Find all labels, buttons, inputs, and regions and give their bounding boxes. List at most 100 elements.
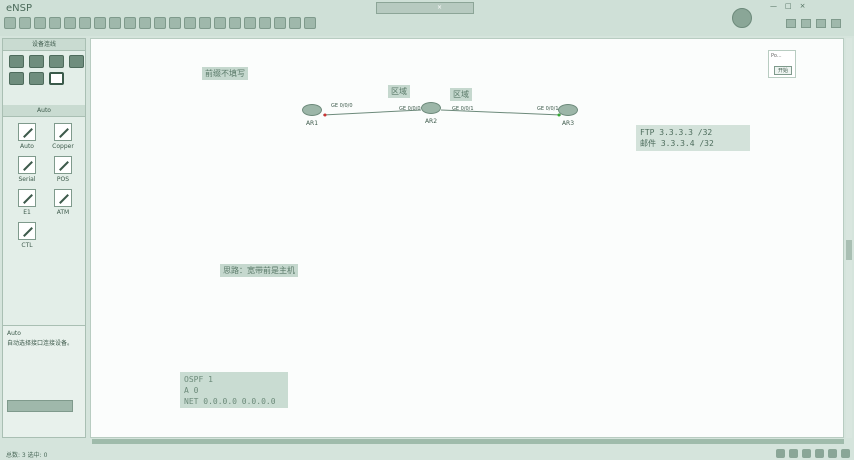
description-text: 自动选择接口连接设备。 — [7, 340, 74, 347]
switch-category-icon[interactable] — [29, 55, 44, 68]
canvas-note-link2[interactable]: 区域 — [450, 88, 472, 101]
move-tool-button[interactable] — [139, 17, 151, 29]
ospf-line-3: NET 0.0.0.0 0.0.0.0 — [184, 397, 276, 406]
delete-all-button[interactable] — [169, 17, 181, 29]
settings-button[interactable] — [304, 17, 316, 29]
router-category-icon[interactable] — [9, 55, 24, 68]
cable-grid: Auto Copper Serial POS E1 ATM CTL — [3, 117, 85, 255]
cable-atm[interactable]: ATM — [45, 189, 81, 216]
router-name: AR1 — [305, 120, 319, 127]
port-label-ar3: GE 0/0/1 — [537, 106, 559, 112]
capture-button[interactable] — [274, 17, 286, 29]
topology-button[interactable] — [289, 17, 301, 29]
canvas-note-link1[interactable]: 区域 — [388, 85, 410, 98]
cable-pos[interactable]: POS — [45, 156, 81, 183]
ctl-cable-icon — [18, 222, 36, 240]
router-ar3[interactable]: AR3 — [558, 104, 578, 127]
cable-auto[interactable]: Auto — [9, 123, 45, 150]
firewall-category-icon[interactable] — [69, 55, 84, 68]
status-text: 总数: 3 选中: 0 — [6, 452, 48, 459]
cable-label: Auto — [20, 143, 34, 150]
cable-serial[interactable]: Serial — [9, 156, 45, 183]
shape-tool-button[interactable] — [199, 17, 211, 29]
device-panel-header: 设备连线 — [3, 39, 85, 51]
canvas-note-top-left[interactable]: 前缀不填写 — [202, 67, 248, 80]
port-label-ar1: GE 0/0/0 — [331, 103, 353, 109]
router-icon — [558, 104, 578, 116]
note-line-ftp: FTP 3.3.3.3 /32 — [640, 128, 713, 137]
cable-copper[interactable]: Copper — [45, 123, 81, 150]
huawei-icon[interactable] — [831, 19, 841, 28]
cable-label: ATM — [56, 209, 70, 216]
app-title: eNSP — [6, 3, 33, 14]
device-category-grid — [3, 51, 85, 89]
new-topology-button[interactable] — [4, 17, 16, 29]
open-button[interactable] — [34, 17, 46, 29]
cable-category-icon[interactable] — [49, 72, 64, 85]
auto-cable-icon — [18, 123, 36, 141]
new-file-button[interactable] — [19, 17, 31, 29]
help-icon[interactable] — [816, 19, 826, 28]
huawei-logo-icon — [732, 8, 752, 28]
start-widget: Po... 开始 — [768, 50, 796, 78]
microphone-icon[interactable] — [815, 449, 824, 458]
vertical-scroll-thumb[interactable] — [846, 240, 852, 260]
description-title: Auto — [7, 330, 21, 337]
start-button[interactable]: 开始 — [774, 66, 792, 75]
keyboard-icon[interactable] — [828, 449, 837, 458]
note-line-mail: 邮件 3.3.3.4 /32 — [640, 139, 714, 148]
zoom-in-button[interactable] — [214, 17, 226, 29]
print-button[interactable] — [79, 17, 91, 29]
save-button[interactable] — [49, 17, 61, 29]
cable-ctl[interactable]: CTL — [9, 222, 45, 249]
chat-icon[interactable] — [786, 19, 796, 28]
description-button[interactable] — [7, 400, 73, 412]
language-icon[interactable] — [789, 449, 798, 458]
ospf-line-2: A 0 — [184, 386, 199, 395]
start-device-button[interactable] — [244, 17, 256, 29]
emoji-icon[interactable] — [802, 449, 811, 458]
cable-label: Serial — [18, 176, 36, 183]
maximize-button[interactable]: □ — [785, 2, 792, 10]
minimize-button[interactable]: — — [770, 2, 777, 10]
wlan-category-icon[interactable] — [49, 55, 64, 68]
settings-icon[interactable] — [841, 449, 850, 458]
horizontal-scrollbar[interactable] — [92, 439, 844, 444]
system-tray — [776, 449, 854, 458]
ospf-line-1: OSPF 1 — [184, 375, 213, 384]
redo-button[interactable] — [109, 17, 121, 29]
cable-label: Copper — [52, 143, 74, 150]
cable-e1[interactable]: E1 — [9, 189, 45, 216]
e1-cable-icon — [18, 189, 36, 207]
text-tool-button[interactable] — [184, 17, 196, 29]
monitor-icon[interactable] — [801, 19, 811, 28]
delete-button[interactable] — [154, 17, 166, 29]
cloud-category-icon[interactable] — [29, 72, 44, 85]
window-caption: × — [376, 2, 474, 14]
port-dot-ar1 — [323, 113, 327, 117]
router-ar1[interactable]: AR1 — [302, 104, 322, 127]
cable-label: CTL — [21, 242, 33, 249]
device-panel: 设备连线 Auto Auto Copper Serial POS E1 ATM … — [2, 38, 86, 438]
vertical-scrollbar[interactable] — [846, 38, 852, 438]
port-label-ar2-left: GE 0/0/0 — [399, 106, 421, 112]
caption-close-icon[interactable]: × — [437, 4, 442, 11]
stop-device-button[interactable] — [259, 17, 271, 29]
router-ar2[interactable]: AR2 — [421, 102, 441, 125]
select-tool-button[interactable] — [124, 17, 136, 29]
cable-label: E1 — [23, 209, 31, 216]
save-as-button[interactable] — [64, 17, 76, 29]
canvas-note-bottom[interactable]: 思路：宽带前是主机 — [220, 264, 298, 277]
cable-panel-header: Auto — [3, 105, 85, 117]
terminal-category-icon[interactable] — [9, 72, 24, 85]
serial-cable-icon — [18, 156, 36, 174]
ime-icon[interactable] — [776, 449, 785, 458]
port-label-ar2-right: GE 0/0/1 — [452, 106, 474, 112]
close-button[interactable]: × — [800, 2, 806, 10]
window-controls: — □ × — [770, 2, 806, 10]
ip-note-box[interactable]: FTP 3.3.3.3 /32 邮件 3.3.3.4 /32 — [636, 125, 750, 151]
zoom-out-button[interactable] — [229, 17, 241, 29]
router-icon — [302, 104, 322, 116]
undo-button[interactable] — [94, 17, 106, 29]
ospf-note-box[interactable]: OSPF 1 A 0 NET 0.0.0.0 0.0.0.0 — [180, 372, 288, 408]
